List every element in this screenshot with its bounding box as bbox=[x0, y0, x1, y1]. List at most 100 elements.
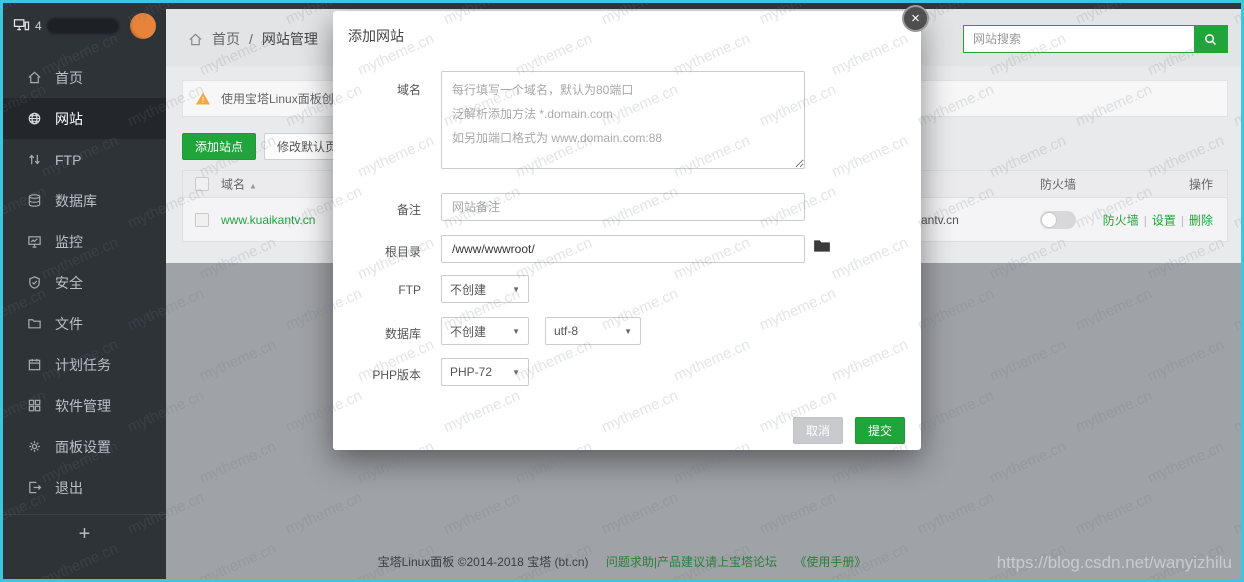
chevron-down-icon: ▼ bbox=[512, 285, 520, 294]
sidebar-item-monitor[interactable]: 监控 bbox=[3, 221, 166, 262]
submit-button[interactable]: 提交 bbox=[855, 417, 905, 444]
redacted-server-name bbox=[47, 18, 119, 34]
monitor-icon bbox=[27, 234, 42, 249]
action-separator: | bbox=[1144, 213, 1147, 227]
database-select[interactable]: 不创建 ▼ bbox=[441, 317, 529, 345]
breadcrumb-home-icon bbox=[188, 32, 203, 47]
modal-title: 添加网站 bbox=[348, 26, 404, 46]
gear-icon bbox=[27, 439, 42, 454]
logout-icon bbox=[27, 480, 42, 495]
footer-manual-link[interactable]: 《使用手册》 bbox=[794, 555, 866, 569]
sidebar-item-label: 网站 bbox=[55, 109, 83, 129]
warning-icon: ! bbox=[195, 91, 211, 106]
chevron-down-icon: ▼ bbox=[624, 327, 632, 336]
sidebar-item-logout[interactable]: 退出 bbox=[3, 467, 166, 508]
modal-footer: 取消 提交 bbox=[793, 417, 905, 444]
ftp-select[interactable]: 不创建 ▼ bbox=[441, 275, 529, 303]
sidebar-item-label: 安全 bbox=[55, 273, 83, 293]
site-remark-fragment: antv.cn bbox=[921, 213, 959, 227]
settings-action-link[interactable]: 设置 bbox=[1152, 213, 1176, 227]
delete-action-link[interactable]: 删除 bbox=[1189, 213, 1213, 227]
domain-header[interactable]: 域名▲ bbox=[221, 176, 257, 193]
ftp-select-value: 不创建 bbox=[450, 281, 486, 298]
add-site-modal: 添加网站 × 域名 备注 根目录 FTP 不创建▼ 数据库 不创建▼ utf-8… bbox=[333, 11, 921, 450]
ftp-field-label: FTP bbox=[333, 283, 421, 297]
root-dir-field-label: 根目录 bbox=[333, 243, 421, 260]
charset-select[interactable]: utf-8 ▼ bbox=[545, 317, 641, 345]
globe-icon bbox=[27, 111, 42, 126]
sidebar-add-button[interactable]: + bbox=[3, 514, 166, 554]
cancel-button[interactable]: 取消 bbox=[793, 417, 843, 444]
chevron-down-icon: ▼ bbox=[512, 368, 520, 377]
sidebar-item-home[interactable]: 首页 bbox=[3, 57, 166, 98]
firewall-action-link[interactable]: 防火墙 bbox=[1103, 213, 1139, 227]
database-select-value: 不创建 bbox=[450, 323, 486, 340]
browse-folder-icon[interactable] bbox=[813, 238, 831, 257]
sidebar-item-website[interactable]: 网站 bbox=[3, 98, 166, 139]
close-icon[interactable]: × bbox=[902, 5, 929, 32]
sidebar-item-cron[interactable]: 计划任务 bbox=[3, 344, 166, 385]
charset-select-value: utf-8 bbox=[554, 324, 578, 338]
sidebar-item-label: 数据库 bbox=[55, 191, 97, 211]
sidebar-item-label: 面板设置 bbox=[55, 437, 111, 457]
sidebar-item-label: 退出 bbox=[55, 478, 83, 498]
remark-field-label: 备注 bbox=[333, 201, 421, 218]
breadcrumb-home[interactable]: 首页 bbox=[212, 29, 240, 49]
alert-text: 使用宝塔Linux面板创 bbox=[221, 90, 334, 107]
site-toolbar: 添加站点 修改默认页 bbox=[182, 133, 350, 160]
php-field-label: PHP版本 bbox=[333, 366, 421, 383]
avatar[interactable] bbox=[130, 13, 156, 39]
breadcrumb: 首页 / 网站管理 bbox=[188, 29, 318, 49]
sidebar-item-panel-settings[interactable]: 面板设置 bbox=[3, 426, 166, 467]
footer-forum-link[interactable]: 问题求助|产品建议请上宝塔论坛 bbox=[606, 555, 777, 569]
sidebar-item-label: 计划任务 bbox=[55, 355, 111, 375]
breadcrumb-current: 网站管理 bbox=[262, 29, 318, 49]
folder-icon bbox=[27, 316, 42, 331]
calendar-icon bbox=[27, 357, 42, 372]
root-dir-input[interactable] bbox=[441, 235, 805, 263]
php-version-select[interactable]: PHP-72 ▼ bbox=[441, 358, 529, 386]
row-actions: 防火墙 | 设置 | 删除 bbox=[1103, 211, 1213, 228]
sidebar-item-software[interactable]: 软件管理 bbox=[3, 385, 166, 426]
sidebar-item-label: 软件管理 bbox=[55, 396, 111, 416]
site-domain-link[interactable]: www.kuaikantv.cn bbox=[221, 213, 315, 227]
chevron-down-icon: ▼ bbox=[512, 327, 520, 336]
site-search-button[interactable] bbox=[1194, 26, 1227, 52]
ftp-transfer-icon bbox=[27, 152, 42, 167]
firewall-toggle[interactable] bbox=[1040, 211, 1076, 229]
toggle-knob bbox=[1041, 212, 1057, 228]
sidebar-item-ftp[interactable]: FTP bbox=[3, 139, 166, 180]
page-footer: 宝塔Linux面板 ©2014-2018 宝塔 (bt.cn) 问题求助|产品建… bbox=[3, 553, 1241, 570]
search-icon bbox=[1203, 32, 1218, 47]
site-search-input[interactable] bbox=[964, 26, 1194, 52]
server-monitor-icon bbox=[13, 17, 30, 35]
svg-text:!: ! bbox=[202, 95, 205, 105]
select-all-checkbox[interactable] bbox=[195, 177, 209, 191]
sidebar-item-label: 文件 bbox=[55, 314, 83, 334]
sidebar-item-label: 首页 bbox=[55, 68, 83, 88]
screen: 4 首页 网站 FTP 数据库 监控 bbox=[0, 0, 1244, 582]
database-field-label: 数据库 bbox=[333, 325, 421, 342]
home-icon bbox=[27, 70, 42, 85]
add-site-button[interactable]: 添加站点 bbox=[182, 133, 256, 160]
sidebar-item-security[interactable]: 安全 bbox=[3, 262, 166, 303]
sidebar: 4 首页 网站 FTP 数据库 监控 bbox=[3, 3, 166, 579]
php-select-value: PHP-72 bbox=[450, 365, 492, 379]
apps-grid-icon bbox=[27, 398, 42, 413]
actions-header: 操作 bbox=[1189, 176, 1213, 193]
sidebar-item-database[interactable]: 数据库 bbox=[3, 180, 166, 221]
row-checkbox[interactable] bbox=[195, 213, 209, 227]
shield-icon bbox=[27, 275, 42, 290]
site-search bbox=[963, 25, 1228, 53]
firewall-header: 防火墙 bbox=[1028, 176, 1088, 193]
remark-input[interactable] bbox=[441, 193, 805, 221]
sidebar-item-files[interactable]: 文件 bbox=[3, 303, 166, 344]
database-icon bbox=[27, 193, 42, 208]
breadcrumb-separator: / bbox=[249, 31, 253, 47]
sidebar-header: 4 bbox=[3, 3, 166, 49]
domain-textarea[interactable] bbox=[441, 71, 805, 169]
sidebar-item-label: FTP bbox=[55, 152, 81, 168]
action-separator: | bbox=[1181, 213, 1184, 227]
sort-asc-icon: ▲ bbox=[249, 182, 257, 191]
server-name-prefix: 4 bbox=[35, 19, 42, 33]
